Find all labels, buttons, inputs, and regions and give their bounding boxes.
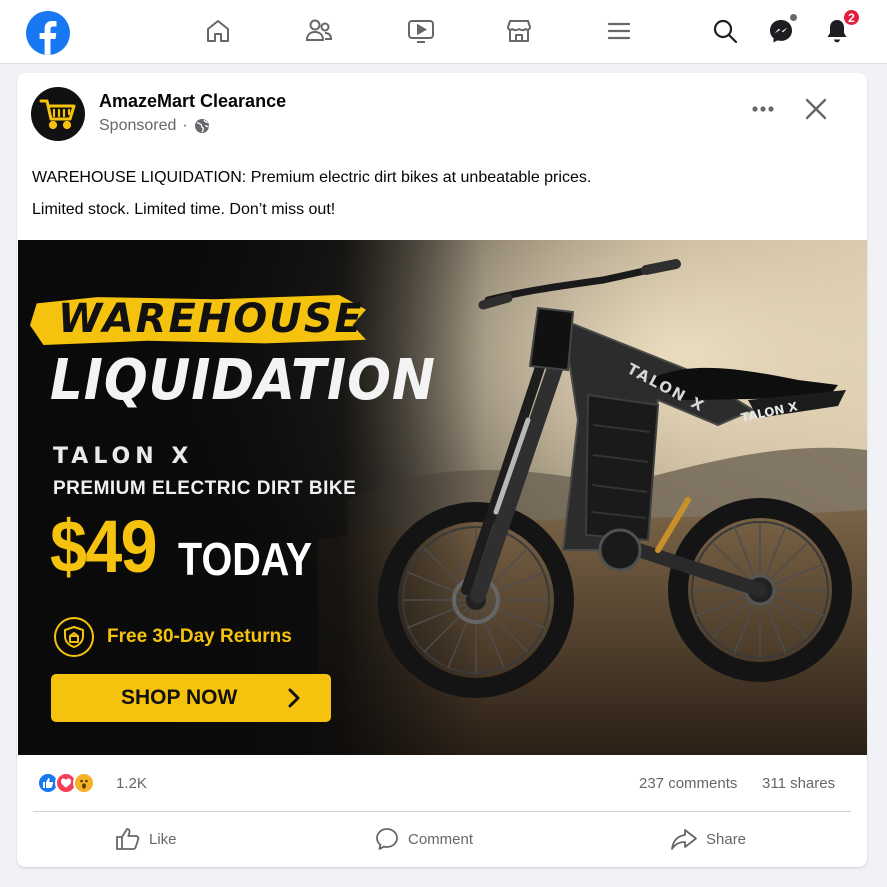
menu-icon[interactable]: [602, 14, 636, 48]
like-label: Like: [149, 830, 177, 848]
reaction-count[interactable]: 1.2K: [116, 775, 147, 792]
electric-dirt-bike-illustration: TALON X TALON X: [378, 259, 852, 698]
hide-post-button[interactable]: [797, 91, 835, 127]
video-icon[interactable]: [404, 14, 438, 48]
notification-badge: 2: [842, 8, 861, 27]
ad-price: $49: [50, 505, 158, 588]
more-options-button[interactable]: [743, 91, 783, 127]
shop-now-label: SHOP NOW: [121, 686, 238, 709]
actions-divider: [33, 811, 851, 812]
messenger-indicator-dot: [790, 14, 797, 21]
marketplace-icon[interactable]: [502, 14, 536, 48]
comment-label: Comment: [408, 830, 474, 848]
meta-separator: ·: [182, 117, 188, 134]
more-horizontal-icon: [752, 106, 774, 112]
page-name-link[interactable]: AmazeMart Clearance: [99, 91, 286, 112]
share-button[interactable]: Share: [670, 821, 746, 857]
shares-count[interactable]: 311 shares: [762, 775, 835, 792]
sponsored-post-card: AmazeMart Clearance Sponsored · WAREHOUS…: [17, 73, 867, 867]
reaction-icons[interactable]: [37, 772, 95, 794]
search-icon[interactable]: [708, 14, 742, 48]
shop-now-button[interactable]: SHOP NOW: [51, 674, 331, 722]
ad-brand-name: TALON X: [53, 444, 194, 469]
ad-price-today: TODAY: [178, 533, 313, 585]
wow-reaction-icon: [73, 772, 95, 794]
post-text-line-1: WAREHOUSE LIQUIDATION: Premium electric …: [32, 169, 592, 186]
globe-icon: [194, 119, 209, 133]
share-label: Share: [706, 830, 747, 848]
ad-returns-text: Free 30-Day Returns: [107, 626, 292, 647]
page-avatar[interactable]: [31, 87, 85, 141]
comments-count[interactable]: 237 comments: [639, 775, 737, 792]
comment-button[interactable]: Comment: [374, 821, 473, 857]
share-arrow-icon: [671, 829, 697, 850]
friends-icon[interactable]: [302, 14, 336, 48]
sponsored-label[interactable]: Sponsored: [99, 117, 176, 135]
post-text-line-2: Limited stock. Limited time. Don’t miss …: [32, 201, 336, 218]
ad-subtitle: PREMIUM ELECTRIC DIRT BIKE: [53, 478, 357, 499]
like-button[interactable]: Like: [115, 821, 177, 857]
facebook-logo-icon[interactable]: [26, 11, 70, 55]
chevron-right-icon: [288, 688, 300, 708]
shopping-cart-icon: [39, 99, 76, 130]
thumbs-up-icon: [116, 828, 140, 850]
close-icon: [805, 98, 827, 120]
top-navigation-bar: 2: [0, 0, 887, 64]
ad-image[interactable]: WAREHOUSE LIQUIDATION TALON X PREMIUM EL…: [18, 240, 867, 755]
ad-headline-warehouse: WAREHOUSE: [58, 296, 364, 342]
returns-shield-icon: [54, 617, 94, 657]
post-meta: Sponsored ·: [99, 117, 210, 135]
comment-icon: [376, 828, 398, 850]
home-icon[interactable]: [201, 14, 235, 48]
